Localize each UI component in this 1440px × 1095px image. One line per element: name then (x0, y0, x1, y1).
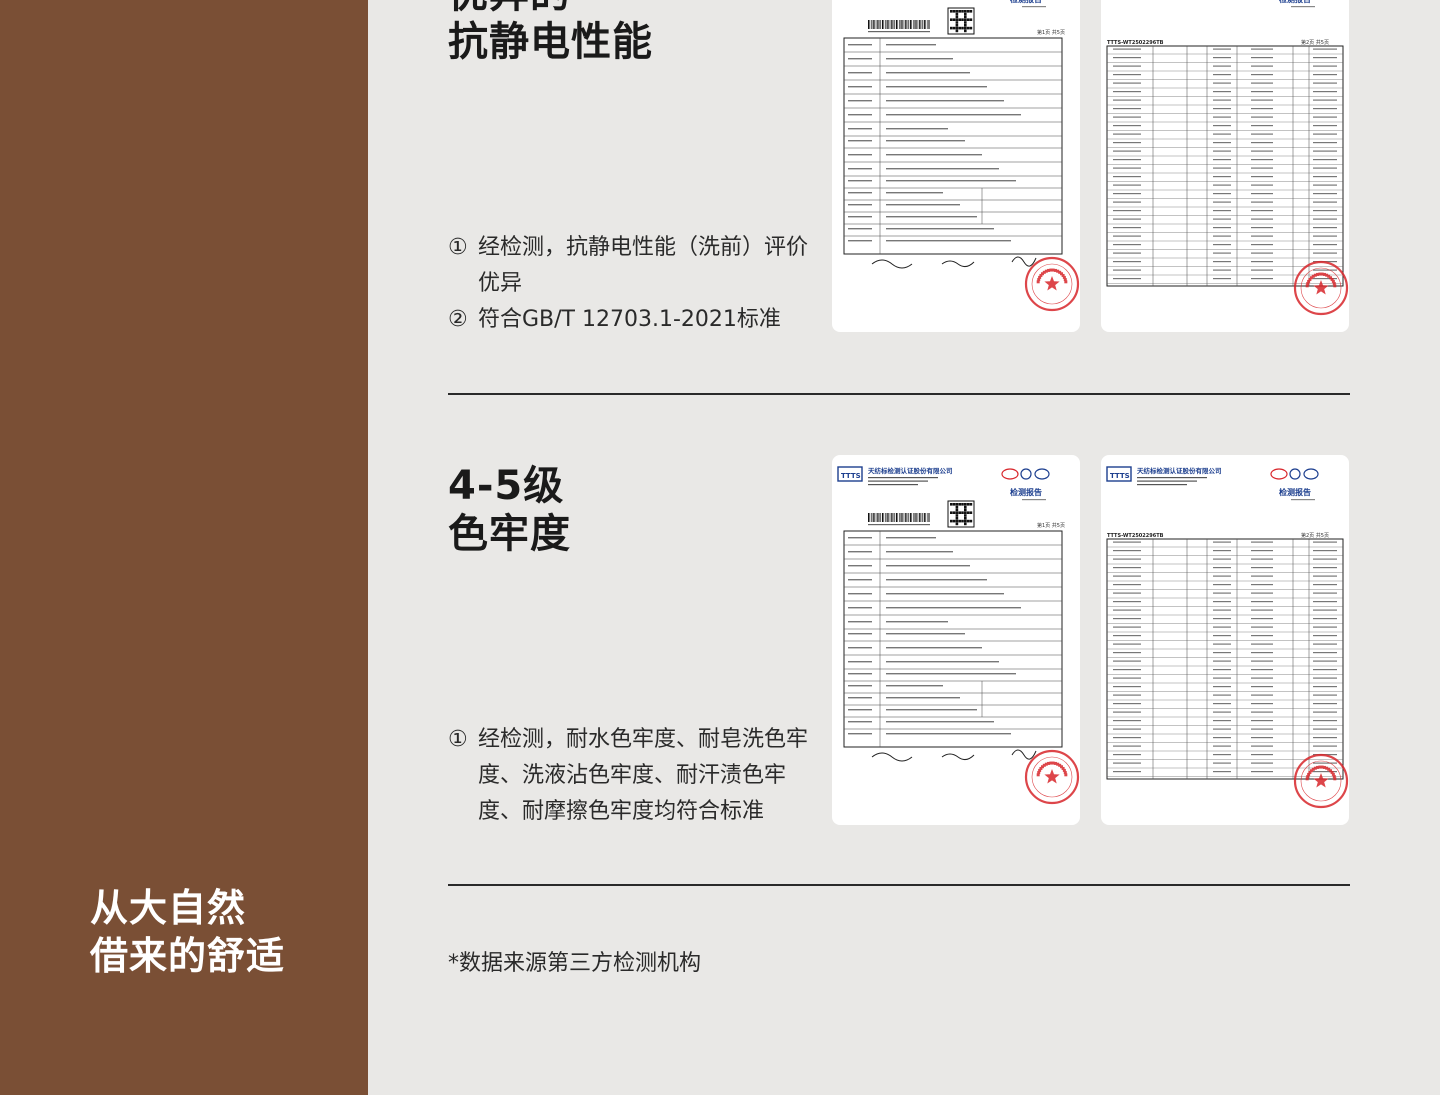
report-document: TTTS天纺标检测认证股份有限公司检测报告TTTS-WT2502296TB第2页… (1106, 0, 1349, 316)
page-number: 第1页 共5页 (1037, 29, 1065, 36)
antistatic-heading: 优异的 抗静电性能 (448, 0, 653, 66)
report-document: TTTS 天纺标检测认证股份有限公司检测报告 TTTS-WT2502296TB 第2页… (1106, 466, 1349, 809)
item-number: ① (448, 727, 468, 752)
org-subtitle-line (1137, 484, 1187, 486)
red-seal-icon (1024, 256, 1080, 312)
signature-line (871, 749, 1037, 762)
report-title-en-line (1022, 6, 1046, 8)
antistatic-description: ① 经检测，抗静电性能（洗前）评价优异 ② 符合GB/T 12703.1-202… (448, 230, 828, 338)
list-item: ② 符合GB/T 12703.1-2021标准 (448, 302, 828, 338)
list-item: ① 经检测，耐水色牢度、耐皂洗色牢度、洗液沾色牢度、耐汗渍色牢度、耐摩擦色牢度均… (448, 722, 823, 830)
test-report-page-1: TTTS 天纺标检测认证股份有限公司检测报告第1页 共5页 (832, 455, 1080, 825)
cma-mark-icon (1270, 468, 1288, 480)
qr-code-icon (947, 7, 975, 35)
ilac-mark-icon (1289, 468, 1301, 480)
report-title: 检测报告 (1010, 0, 1042, 4)
colorfastness-heading-line-2: 色牢度 (448, 511, 571, 557)
sidebar-slogan: 从大自然 借来的舒适 (90, 884, 285, 980)
colorfastness-description: ① 经检测，耐水色牢度、耐皂洗色牢度、洗液沾色牢度、耐汗渍色牢度、耐摩擦色牢度均… (448, 722, 823, 830)
colorfastness-heading: 4-5级 色牢度 (448, 462, 571, 558)
report-document: TTTS 天纺标检测认证股份有限公司检测报告第1页 共5页 (837, 466, 1080, 805)
signature-line (871, 256, 1037, 269)
cma-mark-icon (1001, 468, 1019, 480)
org-subtitle-line (1137, 480, 1197, 482)
results-table (1106, 538, 1344, 780)
logo-text: TTTS (841, 472, 861, 480)
test-report-page-1: TTTS天纺标检测认证股份有限公司检测报告第1页 共5页 (832, 0, 1080, 332)
item-number: ① (448, 235, 468, 260)
item-number: ② (448, 307, 468, 332)
org-subtitle-line (868, 484, 918, 486)
report-title: 检测报告 (1010, 487, 1042, 497)
antistatic-heading-partial: 优异的 (448, 0, 653, 18)
report-table (843, 530, 1063, 748)
cnas-mark-icon (1034, 468, 1050, 480)
report-number: TTTS-WT2502296TB (1107, 40, 1164, 46)
sidebar: 从大自然 借来的舒适 (0, 0, 368, 1095)
report-title-en-line (1291, 6, 1315, 8)
results-table (1106, 45, 1344, 287)
page-number: 第2页 共5页 (1301, 532, 1329, 539)
test-report-page-2: TTTS天纺标检测认证股份有限公司检测报告TTTS-WT2502296TB第2页… (1101, 0, 1349, 332)
org-subtitle-line (868, 477, 938, 479)
item-text: 符合GB/T 12703.1-2021标准 (478, 307, 781, 332)
org-name: 天纺标检测认证股份有限公司 (868, 466, 953, 475)
org-subtitle-line (868, 480, 928, 482)
report-document: TTTS天纺标检测认证股份有限公司检测报告第1页 共5页 (843, 0, 1080, 312)
barcode-icon (868, 513, 930, 526)
logo-text: TTTS (1110, 472, 1130, 480)
org-subtitle-line (1137, 477, 1207, 479)
report-number: TTTS-WT2502296TB (1107, 533, 1164, 539)
red-seal-icon (1024, 749, 1080, 805)
report-title: 检测报告 (1279, 487, 1311, 497)
section-divider (448, 884, 1350, 886)
report-title-en-line (1022, 499, 1046, 501)
cnas-mark-icon (1303, 468, 1319, 480)
ilac-mark-icon (1020, 468, 1032, 480)
slogan-line-1: 从大自然 (90, 886, 247, 930)
footnote: *数据来源第三方检测机构 (448, 951, 702, 976)
slogan-line-2: 借来的舒适 (90, 934, 286, 978)
section-divider (448, 393, 1350, 395)
item-text: 经检测，耐水色牢度、耐皂洗色牢度、洗液沾色牢度、耐汗渍色牢度、耐摩擦色牢度均符合… (478, 727, 809, 824)
page-number: 第2页 共5页 (1301, 39, 1329, 46)
list-item: ① 经检测，抗静电性能（洗前）评价优异 (448, 230, 828, 302)
report-title-en-line (1291, 499, 1315, 501)
colorfastness-heading-line-1: 4-5级 (448, 463, 565, 509)
org-name: 天纺标检测认证股份有限公司 (1137, 466, 1222, 475)
page-number: 第1页 共5页 (1037, 522, 1065, 529)
barcode-icon (868, 20, 930, 33)
item-text: 经检测，抗静电性能（洗前）评价优异 (478, 235, 809, 296)
report-title: 检测报告 (1279, 0, 1311, 4)
test-report-page-2: TTTS 天纺标检测认证股份有限公司检测报告 TTTS-WT2502296TB 第2页… (1101, 455, 1349, 825)
antistatic-heading-line-1: 抗静电性能 (448, 19, 653, 65)
report-table (843, 37, 1063, 255)
qr-code-icon (947, 500, 975, 528)
